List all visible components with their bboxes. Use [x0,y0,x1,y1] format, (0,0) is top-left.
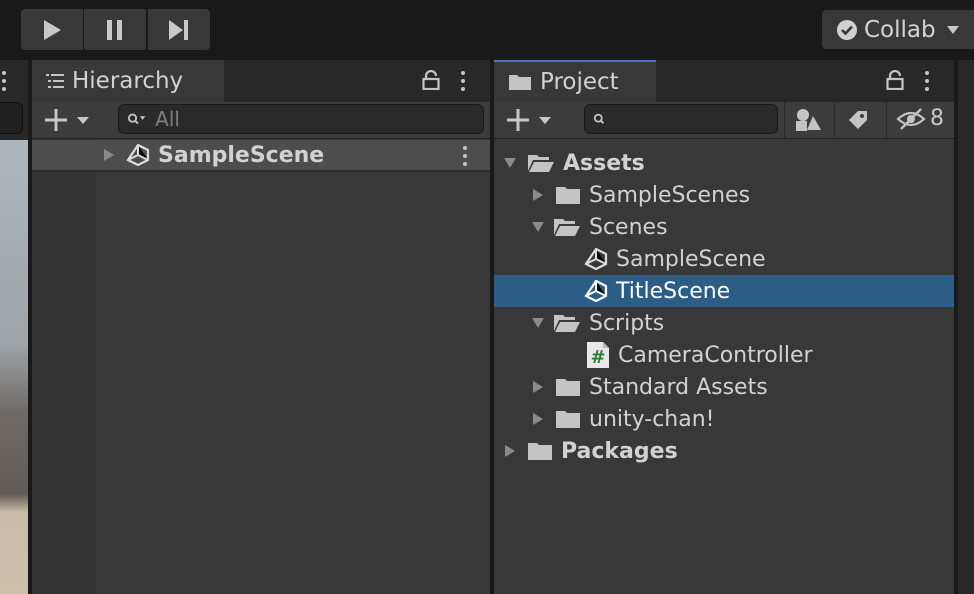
tree-label: unity-chan! [589,406,715,432]
folder-icon [556,187,580,204]
chevron-down-icon [77,116,89,124]
tree-label: TitleScene [616,278,731,304]
lock-icon[interactable] [422,70,440,90]
hierarchy-toolbar [32,102,490,139]
tree-label: SampleScenes [589,182,751,208]
scene-search-stub [0,102,23,134]
folder-open-icon [528,155,554,172]
search-icon [593,113,605,125]
tree-row-unity-chan[interactable]: unity-chan! [494,403,954,435]
plus-icon [45,109,67,131]
divider [834,102,835,138]
hierarchy-search-input[interactable] [147,106,483,132]
folder-icon [556,411,580,428]
step-icon [169,19,188,40]
tab-hierarchy[interactable]: Hierarchy [32,60,224,102]
eye-slash-icon [896,107,926,130]
plus-icon [507,109,529,131]
tree-label: CameraController [618,342,813,368]
project-menu-icon[interactable] [922,68,932,94]
collapse-arrow-icon[interactable] [531,316,545,330]
filter-by-type-icon[interactable] [794,108,822,132]
tree-row-samplescenes[interactable]: SampleScenes [494,179,954,211]
tree-label: Scenes [589,214,668,240]
expand-arrow-icon[interactable] [531,412,545,426]
folder-open-icon [554,219,580,236]
filter-by-label-icon[interactable] [846,108,870,132]
tree-label: Assets [563,150,645,176]
hierarchy-panel: Hierarchy SampleScene [32,60,490,594]
folder-icon [556,379,580,396]
tree-row-cameracontroller[interactable]: # CameraController [494,339,954,371]
csharp-script-icon: # [587,342,609,368]
tree-row-packages[interactable]: Packages [494,435,954,467]
tree-row-scripts[interactable]: Scripts [494,307,954,339]
unity-scene-icon [126,144,150,166]
main-toolbar: Collab [0,0,974,60]
expand-arrow-icon[interactable] [531,188,545,202]
project-panel: Project 8 Assets SampleScenes Scenes Sam… [494,60,954,594]
folder-icon [509,75,531,90]
create-button[interactable] [506,108,552,132]
tree-label: Standard Assets [589,374,768,400]
chevron-down-icon [539,116,551,124]
right-panel-edge [958,60,974,594]
scene-menu-icon[interactable] [0,68,8,94]
collapse-arrow-icon[interactable] [531,220,545,234]
expand-arrow-icon[interactable] [503,444,517,458]
project-tabbar: Project [494,60,954,102]
scene-tab-stub [0,60,28,101]
hidden-count: 8 [930,106,944,131]
project-toolbar: 8 [494,102,954,139]
play-icon [44,19,61,40]
expand-arrow-icon[interactable] [102,148,116,162]
tree-row-samplescene[interactable]: SampleScene [494,243,954,275]
folder-open-icon [554,315,580,332]
svg-text:#: # [590,347,605,368]
hierarchy-search-field[interactable] [118,104,484,134]
pause-button[interactable] [84,9,146,50]
tree-label: Packages [561,438,678,464]
collab-label: Collab [864,16,936,43]
tab-hierarchy-label: Hierarchy [72,68,184,94]
tree-row-titlescene[interactable]: TitleScene [494,275,954,307]
pause-icon [107,19,122,40]
scene-row-menu-icon[interactable] [460,145,470,167]
list-icon [46,74,64,88]
collapse-arrow-icon[interactable] [503,156,517,170]
project-tree: Assets SampleScenes Scenes SampleScene T… [494,139,954,594]
search-icon [127,113,146,125]
tab-project-label: Project [540,69,619,95]
tab-project[interactable]: Project [494,60,656,102]
hierarchy-scene-row[interactable]: SampleScene [32,140,490,172]
hierarchy-menu-icon[interactable] [458,68,468,94]
chevron-down-icon [946,25,959,34]
folder-icon [528,443,552,460]
hierarchy-gutter [32,139,96,594]
expand-arrow-icon[interactable] [531,380,545,394]
collab-button[interactable]: Collab [822,10,974,49]
unity-scene-icon [584,280,608,302]
project-search-field[interactable] [584,104,778,134]
lock-icon[interactable] [886,70,904,90]
create-button[interactable] [44,108,90,132]
step-button[interactable] [148,9,210,50]
scene-viewport[interactable] [0,140,28,594]
tree-label: SampleScene [616,246,766,272]
scene-name: SampleScene [158,142,325,168]
play-button[interactable] [21,9,83,50]
unity-scene-icon [584,248,608,270]
project-search-input[interactable] [605,106,777,132]
tree-row-assets[interactable]: Assets [494,147,954,179]
hidden-packages-toggle[interactable]: 8 [896,106,944,131]
divider [784,102,785,138]
hierarchy-tabbar: Hierarchy [32,60,490,102]
tree-row-scenes[interactable]: Scenes [494,211,954,243]
divider [886,102,887,138]
check-badge-icon [837,19,857,40]
tree-label: Scripts [589,310,665,336]
tree-row-standard-assets[interactable]: Standard Assets [494,371,954,403]
hierarchy-content [96,139,490,594]
scene-view-edge [0,60,28,594]
